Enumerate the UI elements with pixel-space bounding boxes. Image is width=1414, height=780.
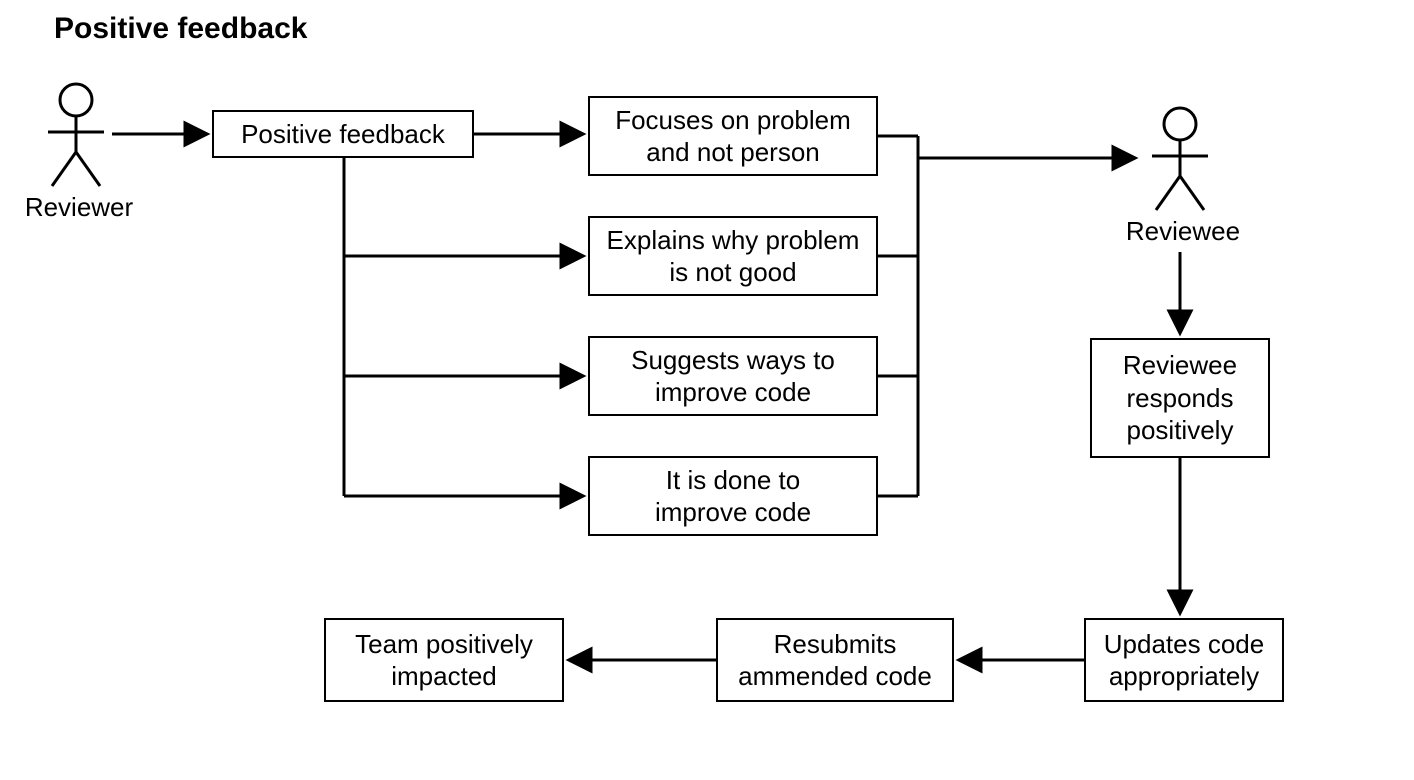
node-explains: Explains why problemis not good [588,216,878,296]
node-updates: Updates codeappropriately [1084,618,1284,702]
reviewee-actor-icon [1140,106,1220,216]
reviewer-label: Reviewer [14,192,144,223]
node-suggests: Suggests ways toimprove code [588,336,878,416]
node-positive-feedback: Positive feedback [212,110,474,158]
diagram-title: Positive feedback [54,12,307,46]
node-done: It is done toimprove code [588,456,878,536]
node-focus: Focuses on problemand not person [588,96,878,176]
reviewer-actor-icon [36,82,116,192]
node-team: Team positivelyimpacted [324,618,564,702]
reviewee-label: Reviewee [1118,216,1248,247]
node-resubmits: Resubmitsammended code [716,618,954,702]
node-responds: Revieweerespondspositively [1090,338,1270,458]
